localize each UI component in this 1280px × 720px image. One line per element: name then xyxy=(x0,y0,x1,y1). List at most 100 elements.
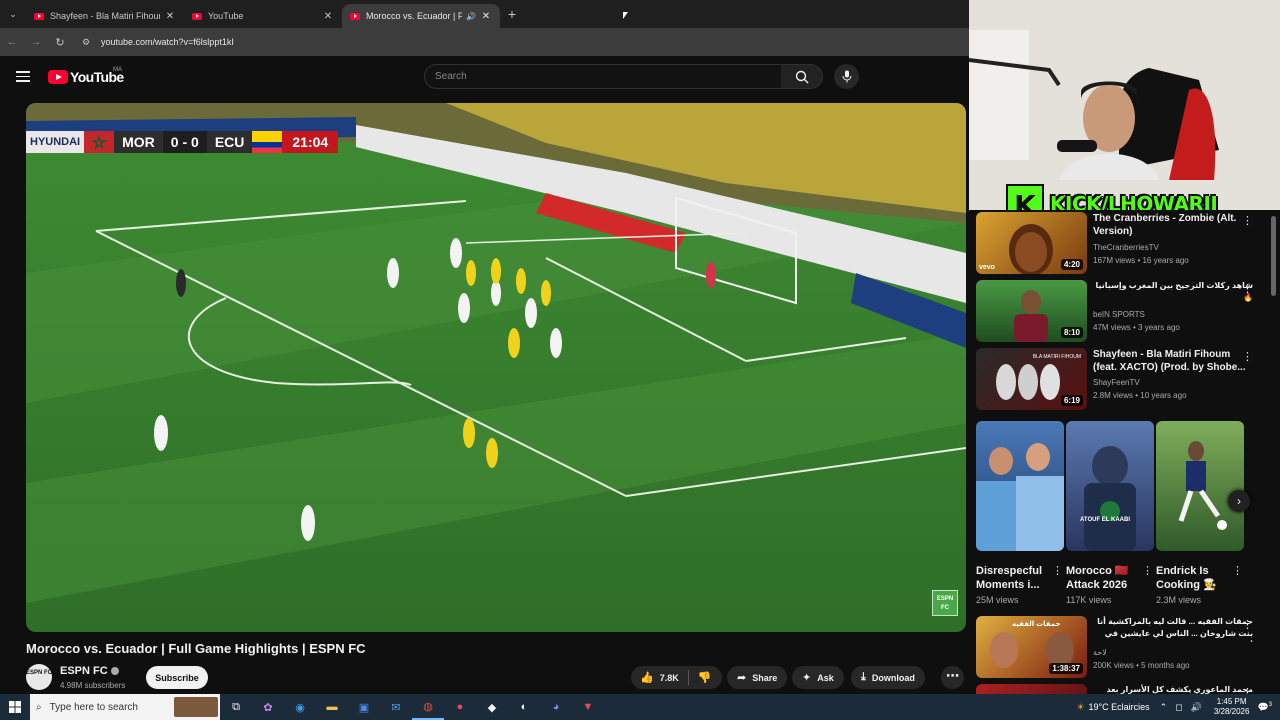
short-art xyxy=(1178,441,1227,530)
back-arrow-icon[interactable]: ← xyxy=(0,36,24,48)
copilot-icon[interactable]: ✿ xyxy=(252,694,284,720)
shorts-next-button[interactable]: › xyxy=(1228,490,1250,512)
address-bar[interactable]: ⚙ youtube.com/watch?v=f6lslppt1kI xyxy=(76,31,961,53)
video-thumbnail[interactable]: 8:10 xyxy=(976,280,1087,342)
search-input[interactable]: Search xyxy=(424,64,782,89)
duration-badge: 1:38:37 xyxy=(1049,663,1083,674)
system-tray: ☀ 19°C Eclaircies ⌃ ◻ 🔊 1:45 PM 3/28/202… xyxy=(1076,694,1280,720)
share-button[interactable]: ➦ Share xyxy=(727,666,788,689)
kebab-menu-icon[interactable]: ⋮ xyxy=(1142,564,1153,577)
thumbs-down-icon: 👎 xyxy=(697,672,712,684)
capcut-icon[interactable]: ◆ xyxy=(476,694,508,720)
short-title[interactable]: Endrick Is Cooking 🧑‍🍳 xyxy=(1156,564,1228,592)
taskbar-clock[interactable]: 1:45 PM 3/28/2026 xyxy=(1214,697,1250,717)
recommendation-title: حمقات الفقيه ... قالت ليه بالمراكشية أنا… xyxy=(1097,617,1253,642)
download-icon: ⤓ xyxy=(861,671,866,683)
taskbar-search-box[interactable]: ⌕ Type here to search xyxy=(30,694,220,720)
kebab-menu-icon[interactable]: ⋮ xyxy=(1242,618,1253,631)
short-thumbnail[interactable]: ATOUF EL KAABI xyxy=(1066,421,1154,551)
duration-badge: 8:10 xyxy=(1060,327,1083,338)
editor-icon[interactable]: ▼ xyxy=(572,694,604,720)
edge-icon[interactable]: ◉ xyxy=(284,694,316,720)
kebab-menu-icon[interactable]: ⋮ xyxy=(1242,350,1253,363)
tab-shayfeen[interactable]: Shayfeen - Bla Matiri Fihoum (f ✕ xyxy=(26,4,184,28)
channel-name[interactable]: ESPN FC xyxy=(60,665,119,677)
duration-badge: 6:19 xyxy=(1060,395,1083,406)
tray-chevron-icon[interactable]: ⌃ xyxy=(1160,702,1168,713)
start-button[interactable] xyxy=(0,694,30,720)
short-thumbnail[interactable] xyxy=(976,421,1064,551)
download-button[interactable]: ⤓ Download xyxy=(851,666,925,689)
app-icon[interactable]: ◐ xyxy=(508,694,540,720)
youtube-logo[interactable]: YouTube MA xyxy=(48,67,124,85)
tab-close-icon[interactable]: ✕ xyxy=(480,11,492,22)
recommendation-item[interactable]: حمقات الفقيه 1:38:37 حمقات الفقيه ... قا… xyxy=(976,616,1276,678)
like-button[interactable]: 👍 7.8K xyxy=(631,666,688,689)
ask-button[interactable]: ✦ Ask xyxy=(792,666,844,689)
notification-icon[interactable]: 💬3 xyxy=(1257,702,1272,713)
tab-search-chevron-icon[interactable]: ⌄ xyxy=(4,5,22,23)
new-tab-button[interactable]: + xyxy=(502,6,522,22)
short-views: 25M views xyxy=(976,595,1019,605)
kebab-menu-icon[interactable]: ⋮ xyxy=(1242,214,1253,227)
mail-icon[interactable]: ✉ xyxy=(380,694,412,720)
sparkle-icon: ✦ xyxy=(802,672,812,684)
video-thumbnail[interactable]: BLA MATIRI FIHOUM 6:19 xyxy=(976,348,1087,410)
recommendation-channel: TheCranberriesTV xyxy=(1093,243,1159,252)
file-explorer-icon[interactable]: ▬ xyxy=(316,694,348,720)
network-icon[interactable]: ◻ xyxy=(1175,702,1182,713)
recommendation-views: 167M views • 16 years ago xyxy=(1093,256,1189,265)
short-thumbnail[interactable] xyxy=(1156,421,1244,551)
weather-text[interactable]: 19°C Eclaircies xyxy=(1088,702,1149,712)
obs-icon[interactable]: ● xyxy=(444,694,476,720)
tab-youtube[interactable]: YouTube ✕ xyxy=(184,4,342,28)
short-title[interactable]: Morocco 🇲🇦 Attack 2026 xyxy=(1066,564,1138,592)
short-title[interactable]: Disrespecful Moments i... xyxy=(976,564,1048,592)
short-art xyxy=(1084,446,1136,551)
forward-arrow-icon[interactable]: → xyxy=(24,36,48,48)
kebab-menu-icon[interactable]: ⋮ xyxy=(1052,564,1063,577)
recommendation-item[interactable]: 8:10 شاهد ركلات الترجيح بين المغرب وإسبا… xyxy=(976,280,1276,342)
tab-morocco-ecuador[interactable]: Morocco vs. Ecuador | Full G 🔊 ✕ xyxy=(342,4,500,28)
dislike-button[interactable]: 👎 xyxy=(689,666,721,689)
subscriber-count: 4.98M subscribers xyxy=(60,681,126,690)
speaker-icon[interactable]: 🔊 xyxy=(466,12,476,21)
search-highlight-image xyxy=(174,697,218,717)
recommendation-item[interactable]: BLA MATIRI FIHOUM 6:19 Shayfeen - Bla Ma… xyxy=(976,348,1276,410)
hamburger-menu-icon[interactable] xyxy=(16,71,30,82)
volume-icon[interactable]: 🔊 xyxy=(1191,702,1202,713)
kebab-menu-icon[interactable]: ⋮ xyxy=(1232,564,1243,577)
ecuador-flag-icon xyxy=(252,131,283,153)
kebab-menu-icon[interactable]: ⋮ xyxy=(1242,282,1253,295)
recommendation-title: The Cranberries - Zombie (Alt. Version) xyxy=(1093,213,1237,237)
channel-avatar[interactable]: ESPN FC xyxy=(26,664,52,690)
thumbnail-label: حمقات الفقيه xyxy=(1012,621,1061,628)
duration-badge: 4:20 xyxy=(1060,259,1083,270)
video-thumbnail[interactable]: vevo 4:20 xyxy=(976,212,1087,274)
reload-icon[interactable]: ↻ xyxy=(48,36,72,49)
morocco-flag-icon xyxy=(84,131,115,153)
site-info-icon[interactable]: ⚙ xyxy=(82,37,96,48)
store-icon[interactable]: ▣ xyxy=(348,694,380,720)
video-player[interactable]: HYUNDAI MOR 0 - 0 ECU 21:04 ESPN FC xyxy=(26,103,966,632)
discord-icon[interactable]: ◕ xyxy=(540,694,572,720)
microphone-icon xyxy=(842,70,851,83)
recommendation-item[interactable]: vevo 4:20 The Cranberries - Zombie (Alt.… xyxy=(976,212,1276,274)
youtube-header: YouTube MA Search xyxy=(0,56,969,98)
chrome-icon[interactable]: ◍ xyxy=(412,694,444,720)
tab-title: Shayfeen - Bla Matiri Fihoum (f xyxy=(50,11,160,21)
download-label: Download xyxy=(871,672,915,683)
tab-close-icon[interactable]: ✕ xyxy=(322,11,334,22)
more-actions-button[interactable]: ⋯ xyxy=(941,666,964,689)
youtube-favicon-icon xyxy=(350,12,360,20)
clock-time: 1:45 PM xyxy=(1216,697,1247,706)
search-button[interactable] xyxy=(781,64,823,89)
task-view-icon[interactable]: ⧉ xyxy=(220,694,252,720)
share-icon: ➦ xyxy=(737,672,747,684)
recommendation-title: شاهد ركلات الترجيح بين المغرب وإسبانيا🔥 xyxy=(1095,281,1253,302)
subscribe-button[interactable]: Subscribe xyxy=(146,666,208,689)
tab-close-icon[interactable]: ✕ xyxy=(164,11,176,22)
video-thumbnail[interactable]: حمقات الفقيه 1:38:37 xyxy=(976,616,1087,678)
recommendation-views: 200K views • 5 months ago xyxy=(1093,661,1190,670)
voice-search-button[interactable] xyxy=(834,64,859,89)
